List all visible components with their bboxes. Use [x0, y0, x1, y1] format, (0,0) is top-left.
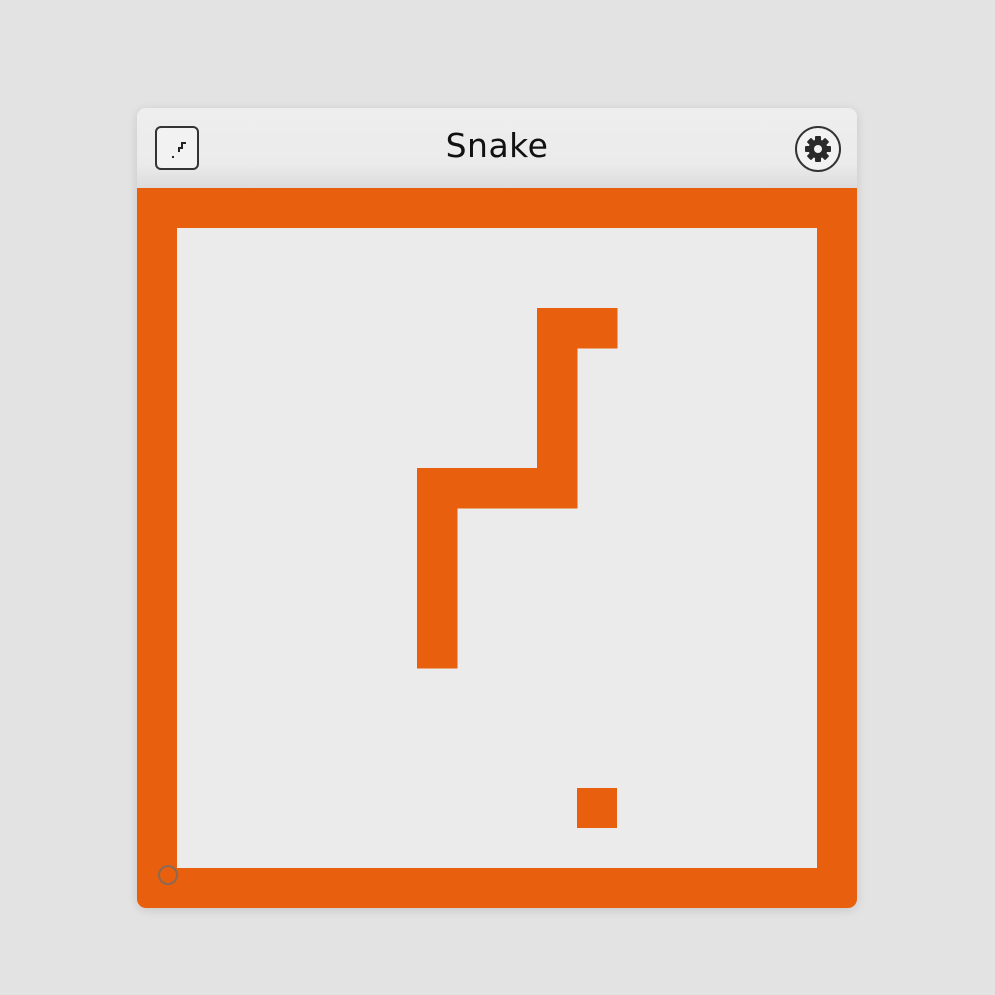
snake-head	[577, 308, 618, 349]
food-pellet	[577, 788, 617, 828]
settings-button[interactable]	[795, 126, 841, 172]
board-floor	[177, 228, 817, 868]
snake-segment	[537, 388, 578, 429]
board-canvas	[177, 228, 817, 868]
snake-segment	[537, 468, 578, 509]
snake-segment	[417, 588, 458, 629]
snake-segment	[417, 628, 458, 669]
title-bar: Snake	[137, 108, 857, 188]
snake-segment	[497, 468, 538, 509]
snake-segment	[457, 468, 498, 509]
game-board[interactable]	[137, 188, 857, 908]
window-title: Snake	[445, 126, 549, 165]
snake-segment	[537, 428, 578, 469]
snake-window: Snake	[137, 108, 857, 908]
food-layer	[577, 788, 617, 828]
snake-segment	[417, 548, 458, 589]
snake-segment	[417, 508, 458, 549]
snake-segment	[537, 348, 578, 389]
ring-icon	[158, 865, 178, 885]
snake-segment	[417, 468, 458, 509]
gear-icon	[805, 136, 831, 162]
snake-segment	[537, 308, 578, 349]
